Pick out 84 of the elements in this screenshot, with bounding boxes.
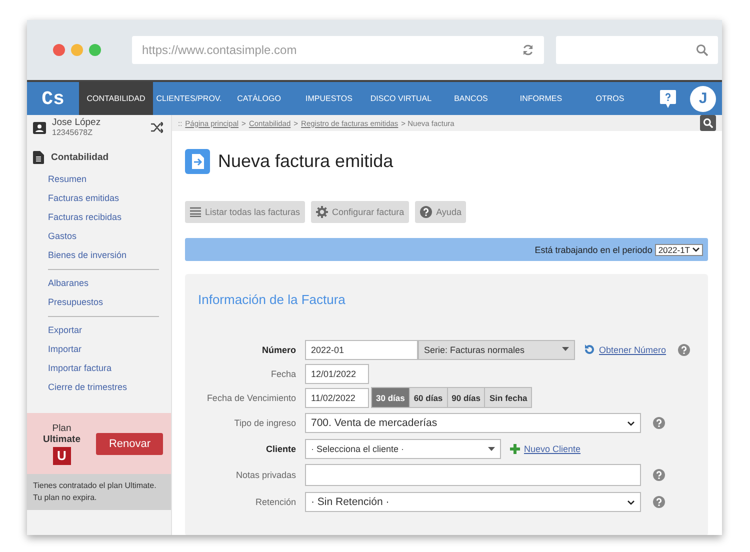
nav-tab[interactable]: OTROS — [577, 82, 643, 115]
due-option-button[interactable]: 90 días — [446, 387, 486, 408]
get-number-link[interactable]: Obtener Número — [584, 344, 666, 355]
nav-tab[interactable]: INFORMES — [505, 82, 577, 115]
shuffle-icon[interactable] — [151, 122, 163, 133]
sidebar-link[interactable]: Resumen — [27, 170, 171, 189]
search-icon — [696, 44, 708, 56]
sidebar-link[interactable]: Exportar — [27, 321, 171, 340]
chevron-icon — [692, 247, 700, 252]
plan-badge: U — [52, 446, 71, 464]
due-option-button[interactable]: 60 días — [408, 387, 448, 408]
plan-label: Plan — [52, 422, 72, 434]
caret-icon — [562, 347, 569, 352]
nav-tab[interactable]: CATÁLOGO — [225, 82, 293, 115]
plus-icon — [510, 444, 520, 454]
search-field[interactable] — [556, 36, 718, 64]
field-label: Cliente — [264, 444, 296, 454]
refresh-icon — [584, 344, 595, 355]
nav-tab[interactable]: CLIENTES/PROV. — [153, 82, 225, 115]
help-icon[interactable] — [678, 344, 690, 356]
field-label: Tipo de ingreso — [233, 418, 296, 428]
document-icon — [33, 151, 44, 164]
help-icon[interactable] — [653, 469, 665, 481]
search-button[interactable] — [700, 115, 716, 131]
invoice-icon — [185, 148, 210, 174]
due-option-button[interactable]: 30 días — [371, 387, 410, 408]
sidebar-link[interactable]: Facturas recibidas — [27, 208, 171, 227]
app-logo[interactable]: Cs — [27, 82, 79, 115]
sidebar-link[interactable]: Bienes de inversión — [27, 246, 171, 265]
address-bar[interactable]: https://www.contasimple.com — [132, 36, 544, 64]
client-select[interactable]: · Selecciona el cliente · — [305, 439, 501, 459]
minimize-dot[interactable] — [71, 44, 83, 56]
help-icon[interactable] — [653, 417, 665, 429]
list-icon — [190, 207, 201, 217]
maximize-dot[interactable] — [89, 44, 101, 56]
select-field[interactable]: 700. Venta de mercaderías — [305, 413, 641, 433]
help-icon[interactable] — [660, 90, 676, 108]
toolbar-button[interactable]: Ayuda — [415, 201, 466, 223]
section-title: Contabilidad — [51, 152, 109, 163]
user-name: Jose López — [52, 118, 101, 128]
plan-info: Tienes contratado el plan Ultimate. Tu plan no expira. — [27, 474, 171, 510]
toolbar-button[interactable]: Configurar factura — [311, 201, 410, 223]
new-client-link[interactable]: Nuevo Cliente — [510, 444, 581, 454]
renew-button[interactable]: Renovar — [96, 432, 163, 454]
contact-card-icon — [33, 122, 46, 134]
gear-icon — [316, 206, 328, 218]
select-field[interactable]: · Sin Retención · — [305, 492, 641, 512]
sidebar-link[interactable]: Albaranes — [27, 274, 171, 293]
nav-tab[interactable]: CONTABILIDAD — [79, 82, 153, 115]
caret-icon — [488, 446, 495, 452]
sidebar-link[interactable]: Cierre de trimestres — [27, 378, 171, 397]
sidebar-link[interactable]: Importar — [27, 340, 171, 359]
period-label: Está trabajando en el periodo — [534, 244, 652, 254]
chevron-icon — [627, 420, 635, 426]
nav-tab[interactable]: IMPUESTOS — [293, 82, 365, 115]
help-icon[interactable] — [653, 496, 665, 508]
number-field[interactable]: 2022-01 — [305, 340, 418, 360]
page-title: Nueva factura emitida — [218, 150, 394, 172]
refresh-icon[interactable] — [522, 44, 534, 56]
series-select[interactable]: Serie: Facturas normales — [418, 340, 575, 360]
form-title: Información de la Factura — [198, 292, 346, 307]
due-option-button[interactable]: Sin fecha — [484, 387, 532, 408]
toolbar-button[interactable]: Listar todas las facturas — [185, 201, 306, 223]
date-field[interactable]: 11/02/2022 — [305, 388, 369, 408]
field-label: Notas privadas — [234, 470, 296, 480]
field-label: Fecha — [270, 368, 296, 378]
notes-textarea[interactable] — [305, 464, 641, 486]
help-icon — [420, 206, 432, 218]
user-tax-id: 12345678Z — [52, 128, 94, 137]
field-label: Retención — [254, 497, 296, 507]
user-avatar[interactable]: J — [690, 86, 716, 112]
chevron-icon — [627, 500, 635, 504]
sidebar-link[interactable]: Presupuestos — [27, 293, 171, 312]
sidebar-link[interactable]: Gastos — [27, 227, 171, 246]
period-select[interactable]: 2022-1T — [655, 244, 703, 256]
field-label: Número — [260, 344, 296, 354]
nav-tab[interactable]: DISCO VIRTUAL — [365, 82, 437, 115]
date-field[interactable]: 12/01/2022 — [305, 364, 369, 384]
sidebar-link[interactable]: Facturas emitidas — [27, 189, 171, 208]
sidebar-link[interactable]: Importar factura — [27, 359, 171, 378]
nav-tab[interactable]: BANCOS — [437, 82, 505, 115]
close-dot[interactable] — [53, 44, 65, 56]
field-label: Fecha de Vencimiento — [206, 392, 296, 402]
plan-name: Ultimate — [43, 434, 80, 444]
